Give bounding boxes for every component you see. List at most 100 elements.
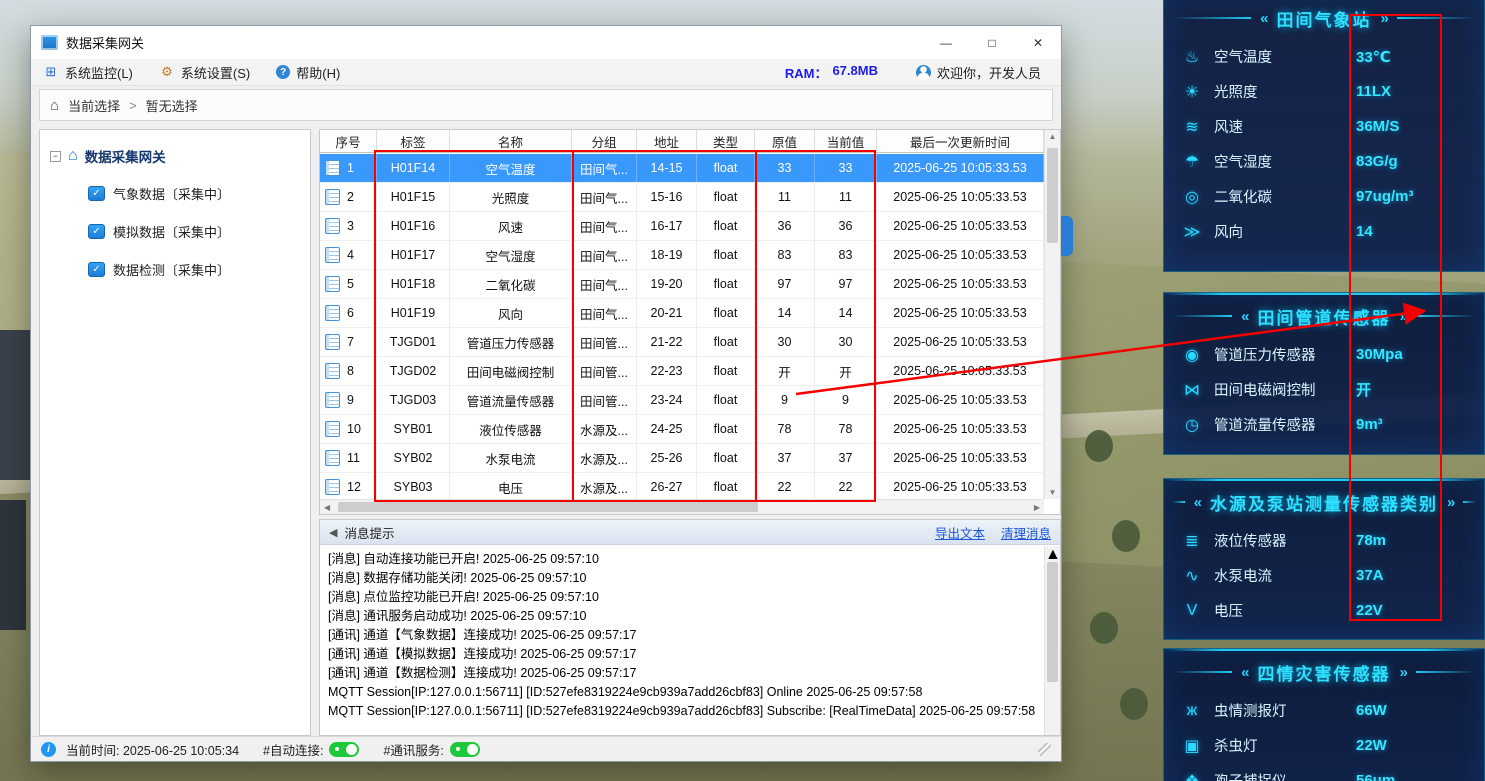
tree-item-label: 气象数据〔采集中〕 [113,184,230,203]
sensor-row: ◷ 管道流量传感器 9m³ [1164,407,1484,442]
collapsed-panel-tab[interactable] [1061,216,1073,256]
breadcrumb-selection: 暂无选择 [146,96,198,115]
message-line: [消息] 数据存储功能关闭! 2025-06-25 09:57:10 [328,569,1036,588]
cell-address: 26-27 [637,473,697,499]
sensor-row: ❖ 孢子捕捉仪 56μm [1164,763,1484,781]
table-row[interactable]: 8 TJGD02 田间电磁阀控制 田间管... 22-23 float 开 开 … [320,357,1044,386]
humidity-icon: ☂ [1180,152,1204,172]
titlebar[interactable]: 数据采集网关 — □ ✕ [31,26,1061,59]
point-icon [325,276,340,292]
sensor-row: V 电压 22V [1164,593,1484,628]
cell-index: 5 [320,270,377,298]
menu-items: ⊞ 系统监控(L) ⚙ 系统设置(S) ? 帮助(H) [43,63,340,82]
scroll-down-icon[interactable]: ▼ [1045,488,1060,497]
export-text-link[interactable]: 导出文本 [935,523,985,542]
table-vertical-scrollbar[interactable]: ▲ ▼ [1044,130,1060,499]
sensor-value: 11LX [1356,83,1468,100]
comm-service-toggle[interactable] [450,742,480,757]
scroll-right-icon[interactable]: ▶ [1034,503,1040,512]
cell-tag: H01F19 [377,299,450,327]
table-row[interactable]: 11 SYB02 水泵电流 水源及... 25-26 float 37 37 2… [320,444,1044,473]
message-panel-header: ◀ 消息提示 导出文本 清理消息 [320,520,1060,545]
sensor-row: ♨ 空气温度 33℃ [1164,39,1484,74]
menu-item[interactable]: ? 帮助(H) [276,63,340,82]
cell-name: 液位传感器 [450,415,572,443]
cell-raw-value: 30 [755,328,815,356]
tree-root-node[interactable]: − ⌂ 数据采集网关 [40,140,310,172]
cell-current-value: 9 [815,386,877,414]
message-scrollbar[interactable]: ▲ ▼ [1044,546,1060,735]
column-header[interactable]: 序号 [320,130,377,152]
scrollbar-thumb[interactable] [1047,562,1058,682]
clear-messages-link[interactable]: 清理消息 [1001,523,1051,542]
table-row[interactable]: 10 SYB01 液位传感器 水源及... 24-25 float 78 78 … [320,415,1044,444]
maximize-button[interactable]: □ [969,26,1015,59]
table-row[interactable]: 3 H01F16 风速 田间气... 16-17 float 36 36 202… [320,212,1044,241]
column-header[interactable]: 当前值 [815,130,877,152]
tree-item-channel[interactable]: ✓ 气象数据〔采集中〕 [88,184,310,203]
menu-item-label: 帮助(H) [296,63,340,82]
scrollbar-thumb[interactable] [338,502,758,512]
table-row[interactable]: 1 H01F14 空气温度 田间气... 14-15 float 33 33 2… [320,154,1044,183]
sensor-row: ≋ 风速 36M/S [1164,109,1484,144]
table-row[interactable]: 5 H01F18 二氧化碳 田间气... 19-20 float 97 97 2… [320,270,1044,299]
sensor-row: ⋈ 田间电磁阀控制 开 [1164,372,1484,407]
sensor-value: 97ug/m³ [1356,188,1468,205]
breadcrumb-separator: > [129,98,137,113]
scroll-up-icon[interactable]: ▲ [1045,546,1061,563]
scroll-left-icon[interactable]: ◀ [324,503,330,512]
column-header[interactable]: 名称 [450,130,572,152]
column-header[interactable]: 标签 [377,130,450,152]
auto-connect-toggle[interactable] [329,742,359,757]
table-row[interactable]: 9 TJGD03 管道流量传感器 田间管... 23-24 float 9 9 … [320,386,1044,415]
cell-name: 水泵电流 [450,444,572,472]
resize-grip[interactable] [1038,743,1051,756]
column-header[interactable]: 分组 [572,130,637,152]
point-icon [325,363,340,379]
menu-item[interactable]: ⊞ 系统监控(L) [43,63,133,82]
scrollbar-thumb[interactable] [1047,148,1058,243]
message-log[interactable]: [消息] 自动连接功能已开启! 2025-06-25 09:57:10[消息] … [320,546,1044,735]
collapse-icon[interactable]: − [50,151,61,162]
menu-item[interactable]: ⚙ 系统设置(S) [159,63,250,82]
table-horizontal-scrollbar[interactable]: ◀ ▶ [320,499,1044,514]
cell-group: 田间气... [572,270,637,298]
table-row[interactable]: 4 H01F17 空气湿度 田间气... 18-19 float 83 83 2… [320,241,1044,270]
column-header[interactable]: 原值 [755,130,815,152]
table-row[interactable]: 6 H01F19 风向 田间气... 20-21 float 14 14 202… [320,299,1044,328]
sensor-row: ▣ 杀虫灯 22W [1164,728,1484,763]
cell-update-time: 2025-06-25 10:05:33.53 [877,328,1044,356]
cell-name: 风速 [450,212,572,240]
cell-raw-value: 37 [755,444,815,472]
cell-name: 二氧化碳 [450,270,572,298]
table-row[interactable]: 2 H01F15 光照度 田间气... 15-16 float 11 11 20… [320,183,1044,212]
spore-catcher-icon: ❖ [1180,771,1204,781]
pipeline-sensors-panel: « 田间管道传感器 » ◉ 管道压力传感器 30Mpa ⋈ 田间电磁阀控制 开 … [1163,292,1485,455]
sensor-value: 33℃ [1356,48,1468,66]
breadcrumb-label: 当前选择 [68,96,120,115]
minimize-button[interactable]: — [923,26,969,59]
table-row[interactable]: 7 TJGD01 管道压力传感器 田间管... 21-22 float 30 3… [320,328,1044,357]
tree-item-channel[interactable]: ✓ 模拟数据〔采集中〕 [88,222,310,241]
background-tree [1120,688,1148,720]
close-button[interactable]: ✕ [1015,26,1061,59]
background-building [0,330,34,480]
cell-tag: H01F16 [377,212,450,240]
column-header[interactable]: 最后一次更新时间 [877,130,1044,152]
column-header[interactable]: 地址 [637,130,697,152]
liquid-level-icon: ≣ [1180,531,1204,551]
panel-title: 四情灾害传感器 [1258,660,1391,685]
column-header[interactable]: 类型 [697,130,755,152]
point-icon [325,160,340,176]
tree-item-channel[interactable]: ✓ 数据检测〔采集中〕 [88,260,310,279]
cell-group: 田间气... [572,183,637,211]
cell-index: 2 [320,183,377,211]
home-icon[interactable]: ⌂ [50,97,59,114]
scroll-up-icon[interactable]: ▲ [1045,132,1060,141]
sensor-label: 空气温度 [1214,46,1346,67]
cell-update-time: 2025-06-25 10:05:33.53 [877,299,1044,327]
table-row[interactable]: 12 SYB03 电压 水源及... 26-27 float 22 22 202… [320,473,1044,499]
cell-update-time: 2025-06-25 10:05:33.53 [877,473,1044,499]
sensor-value: 83G/g [1356,153,1468,170]
cell-raw-value: 36 [755,212,815,240]
